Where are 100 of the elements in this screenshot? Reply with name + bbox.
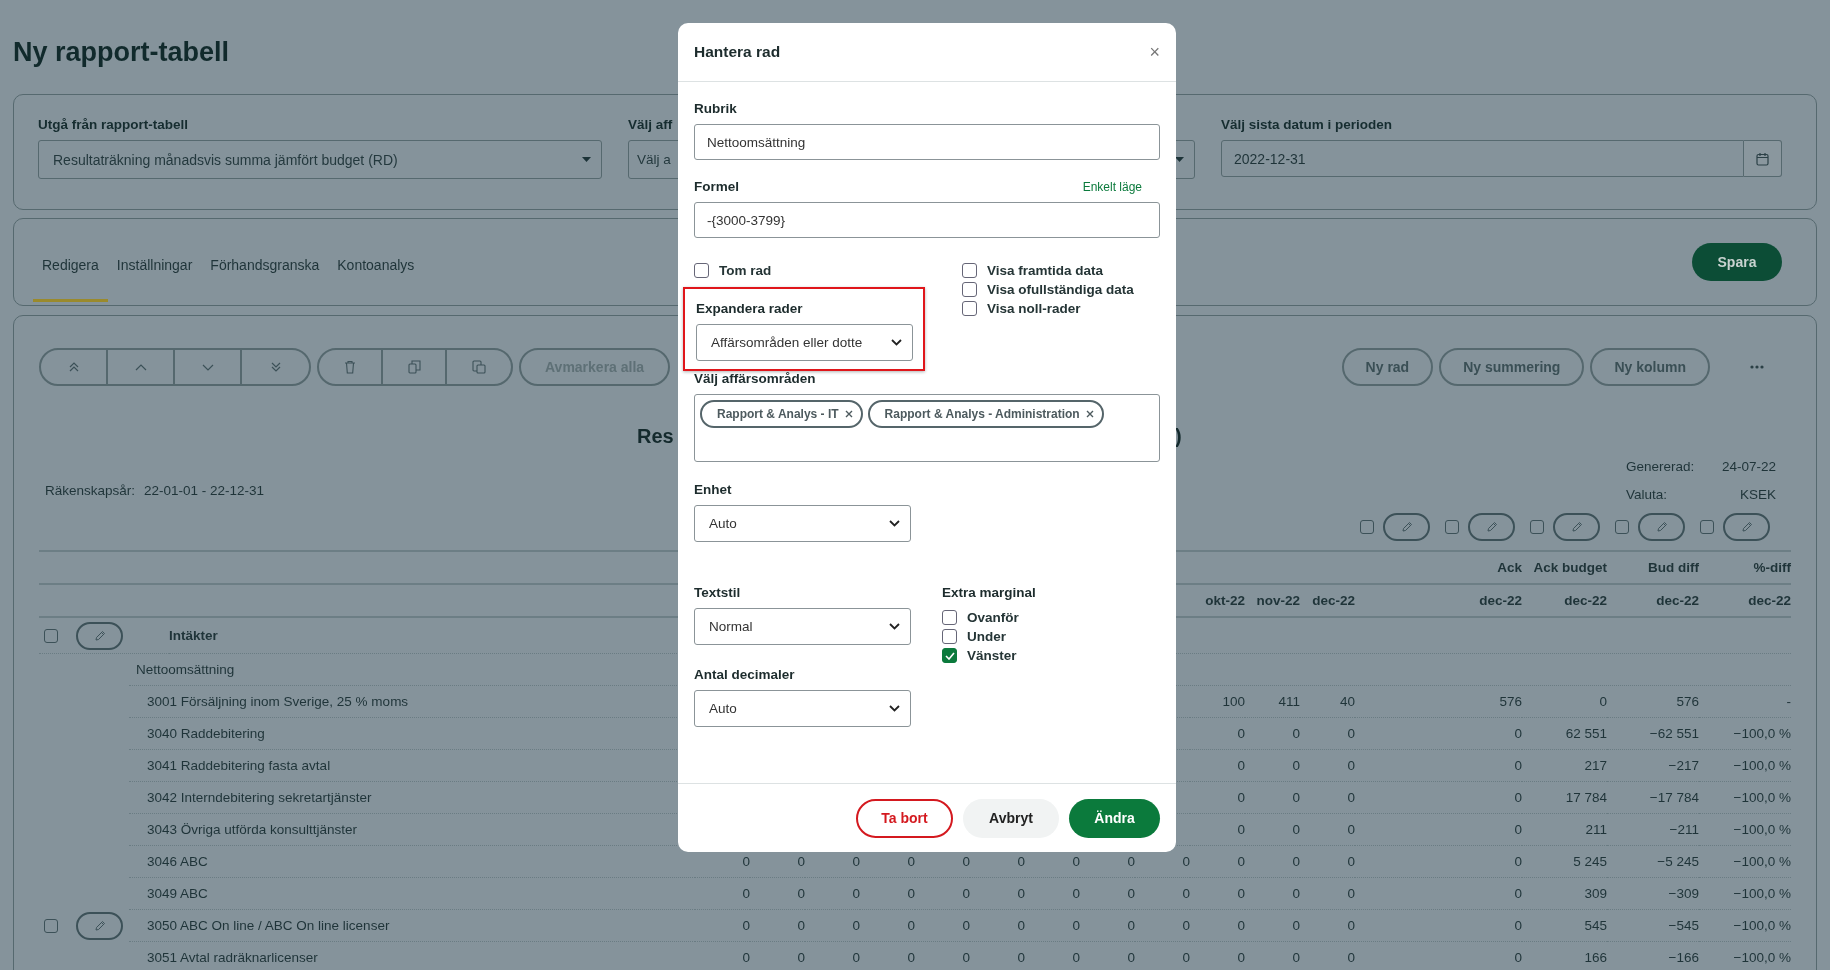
remove-icon[interactable] [1085,410,1094,418]
table-cell: 0 [1514,726,1522,741]
checkbox[interactable] [962,263,977,278]
table-cell: 0 [1292,726,1300,741]
calendar-button[interactable] [1744,140,1782,177]
report-title: Res [637,425,674,448]
checkbox[interactable] [1360,520,1374,534]
report-title: ) [1175,425,1182,448]
action-button[interactable]: Ny summering [1439,348,1585,386]
table-cell: −166 [1668,950,1699,965]
checkbox[interactable] [942,629,957,644]
page-title: Ny rapport-tabell [13,36,230,69]
table-cell: 0 [1072,950,1080,965]
tab[interactable]: Kontoanalys [328,231,424,302]
pencil-icon [1740,521,1753,533]
checkbox[interactable] [1445,520,1459,534]
select-field[interactable]: Auto [694,505,911,542]
row-label: 3043 Övriga utförda konsulttjänster [147,822,358,837]
checkbox[interactable] [694,263,709,278]
save-button[interactable]: Spara [1692,243,1782,281]
dialog-title: Hantera rad [694,43,781,61]
caret-icon [582,157,591,162]
table-cell: 0 [1347,726,1355,741]
tab[interactable]: Förhandsgranska [201,231,329,302]
confirm-button[interactable]: Ändra [1069,798,1160,838]
table-cell: 0 [742,950,750,965]
checkbox[interactable] [1615,520,1629,534]
field-label: Enhet [694,482,733,497]
tag[interactable]: Rapport & Analys - IT [700,400,863,428]
chevron-down-icon [891,339,902,346]
tag[interactable]: Rapport & Analys - Administration [867,400,1104,428]
select-field[interactable]: Affärsområden eller dotte [696,324,913,361]
tab[interactable]: Inställningar [107,231,202,302]
table-cell: 0 [1292,790,1300,805]
edit-button[interactable] [1723,513,1770,541]
table-cell: 0 [1292,886,1300,901]
calendar-icon [1756,151,1769,166]
checkbox[interactable] [962,301,977,316]
more-icon[interactable] [1750,365,1764,369]
meta-label: Genererad: [1626,459,1695,474]
formula-field[interactable]: -{3000-3799} [694,202,1160,238]
checkbox[interactable] [44,628,58,643]
row-label: 3051 Avtal radräknarlicenser [147,950,318,965]
select-field[interactable]: Normal [694,608,911,645]
meta-label: Räkenskapsår: [45,483,136,498]
row-label: Intäkter [169,628,218,643]
table-cell: 0 [907,918,915,933]
table-cell: 545 [1584,918,1607,933]
checkbox[interactable] [44,919,58,933]
cancel-button[interactable]: Avbryt [963,798,1059,838]
checkbox[interactable] [1530,520,1544,534]
trash-icon [344,360,356,374]
table-cell: 0 [742,854,750,869]
table-cell: 0 [1292,822,1300,837]
table-cell: −100,0 % [1733,758,1791,773]
checkbox[interactable] [942,648,957,663]
table-cell: 62 551 [1565,726,1607,741]
edit-button[interactable] [1553,513,1600,541]
delete-button[interactable]: Ta bort [856,798,953,838]
close-button[interactable]: × [1145,41,1164,63]
tab[interactable]: Redigera [33,231,108,302]
edit-button[interactable] [76,912,123,940]
table-cell: 0 [1182,918,1190,933]
multi-select-field[interactable]: Rapport & Analys - IT Rapport & Analys - Administration [694,394,1160,462]
field-label: Välj aff [628,117,674,132]
select-field[interactable]: Auto [694,690,911,727]
row-label: Nettoomsättning [136,662,235,677]
select-field[interactable]: Resultaträkning månadsvis summa jämfört budget (RD) [38,140,602,179]
chevron-down-icon [889,623,900,630]
action-button[interactable]: Ny kolumn [1590,348,1710,386]
table-cell: 0 [1292,854,1300,869]
table-cell: 0 [1237,950,1245,965]
table-cell: 0 [1514,854,1522,869]
text-field[interactable]: Nettoomsättning [694,124,1160,160]
edit-button[interactable] [1468,513,1515,541]
checkbox[interactable] [1700,520,1714,534]
checkbox[interactable] [942,610,957,625]
simple-mode-link[interactable]: Enkelt läge [1082,180,1142,194]
table-cell: 5 245 [1573,854,1607,869]
table-cell: 0 [852,950,860,965]
row-label: 3050 ABC On line / ABC On line licenser [147,918,390,933]
action-button[interactable]: Ny rad [1341,348,1434,386]
edit-button[interactable] [1383,513,1430,541]
checkbox-label: Visa ofullständiga data [987,282,1134,297]
table-cell: 0 [1237,822,1245,837]
date-field[interactable]: 2022-12-31 [1221,140,1744,177]
table-cell: 0 [1347,790,1355,805]
table-cell: 0 [1514,822,1522,837]
table-cell: 0 [907,950,915,965]
edit-button[interactable] [1638,513,1685,541]
table-cell: 40 [1339,694,1355,709]
table-cell: 0 [1599,694,1607,709]
pencil-icon [93,920,106,932]
checkbox[interactable] [962,282,977,297]
column-header: Ack [1496,560,1522,575]
column-header: dec-22 [1563,593,1607,608]
column-header: dec-22 [1747,593,1791,608]
table-cell: 0 [1347,918,1355,933]
edit-button[interactable] [76,621,123,650]
remove-icon[interactable] [844,410,853,418]
